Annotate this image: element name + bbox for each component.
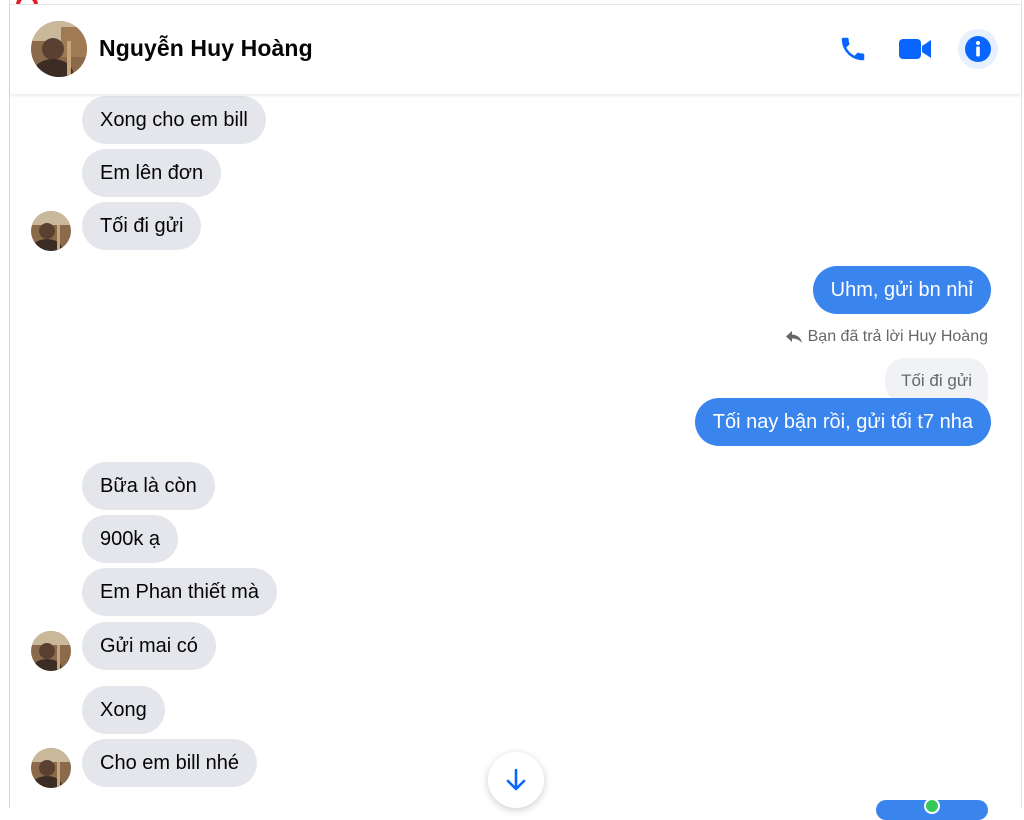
phone-icon[interactable] xyxy=(836,32,870,66)
reply-note-text: Bạn đã trả lời Huy Hoàng xyxy=(807,328,988,345)
online-status-dot xyxy=(924,798,940,814)
scroll-to-bottom-button[interactable] xyxy=(488,752,544,808)
contact-avatar[interactable] xyxy=(31,21,87,77)
sender-avatar[interactable] xyxy=(31,631,71,671)
message-bubble-incoming[interactable]: Xong xyxy=(82,686,165,734)
message-bubble-incoming[interactable]: 900k ạ xyxy=(82,515,179,563)
info-icon[interactable] xyxy=(958,29,998,69)
message-bubble-incoming[interactable]: Bữa là còn xyxy=(82,462,215,510)
window-left-border xyxy=(9,0,10,808)
message-bubble-incoming[interactable]: Em Phan thiết mà xyxy=(82,568,277,616)
conversation-header: Nguyễn Huy Hoàng xyxy=(10,4,1021,94)
message-bubble-incoming[interactable]: Em lên đơn xyxy=(82,149,222,197)
reply-indicator: Bạn đã trả lời Huy Hoàng xyxy=(785,328,988,346)
message-bubble-outgoing[interactable]: Tối nay bận rồi, gửi tối t7 nha xyxy=(694,398,991,446)
arrow-down-icon xyxy=(506,768,526,791)
message-bubble-incoming[interactable]: Tối đi gửi xyxy=(82,202,202,250)
message-bubble-incoming[interactable]: Cho em bill nhé xyxy=(82,739,257,787)
video-camera-icon[interactable] xyxy=(898,32,932,66)
reply-icon xyxy=(785,331,802,343)
contact-name[interactable]: Nguyễn Huy Hoàng xyxy=(99,35,313,62)
window-right-border xyxy=(1021,0,1022,808)
sender-avatar[interactable] xyxy=(31,211,71,251)
message-bubble-incoming[interactable]: Gửi mai có xyxy=(82,622,216,670)
sender-avatar[interactable] xyxy=(31,748,71,788)
message-bubble-outgoing[interactable]: Uhm, gửi bn nhỉ xyxy=(812,266,991,314)
message-bubble-incoming[interactable]: Xong cho em bill xyxy=(82,96,266,144)
